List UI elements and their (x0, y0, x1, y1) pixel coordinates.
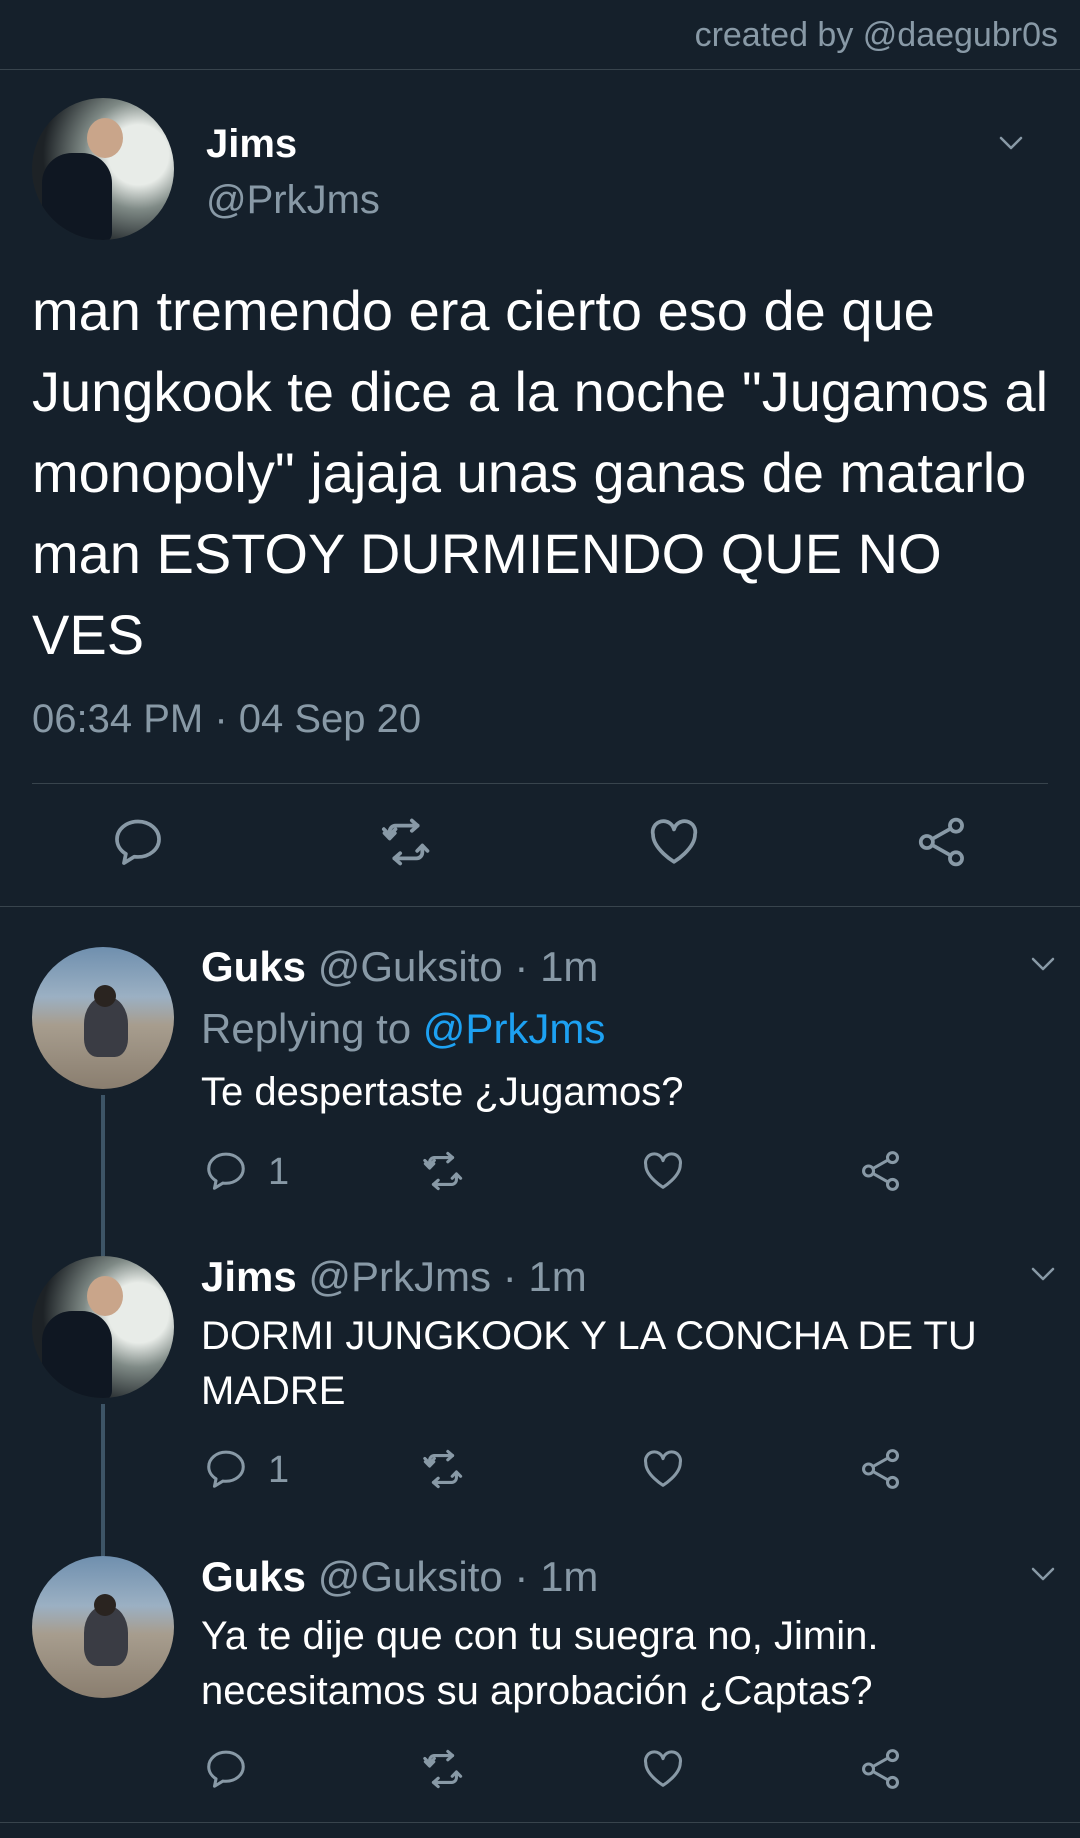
author-meta: @Guksito · 1m (317, 1553, 599, 1600)
avatar[interactable] (32, 947, 174, 1089)
thread-line (101, 1523, 105, 1556)
retweet-icon[interactable] (420, 1148, 466, 1194)
thread-line (101, 1404, 105, 1523)
author-meta: @Guksito · 1m (317, 943, 599, 990)
avatar[interactable] (32, 1556, 174, 1698)
tweet-text: man tremendo era cierto eso de que Jungk… (32, 279, 1049, 666)
reply-tweet[interactable]: Guks @Guksito · 1m Replying to @PrkJms T… (0, 913, 1080, 1223)
author-handle[interactable]: @PrkJms (206, 178, 380, 223)
credit-text: created by @daegubr0s (694, 16, 1058, 54)
reply-header: Jims @PrkJms · 1m (201, 1253, 587, 1301)
reply-tweet[interactable]: Jims @PrkJms · 1m DORMI JUNGKOOK Y LA CO… (0, 1223, 1080, 1523)
reply-text: DORMI JUNGKOOK Y LA CONCHA DE TU MADRE (201, 1314, 977, 1413)
retweet-icon[interactable] (420, 1746, 466, 1792)
reply-header: Guks @Guksito · 1m (201, 1553, 598, 1601)
retweet-icon[interactable] (420, 1446, 466, 1492)
like-icon[interactable] (640, 1446, 686, 1492)
author-name[interactable]: Jims (206, 122, 297, 167)
tweet-timestamp: 06:34 PM · 04 Sep 20 (32, 697, 422, 741)
like-icon[interactable] (640, 1148, 686, 1194)
author-name[interactable]: Guks (201, 943, 306, 990)
chevron-down-icon[interactable] (1028, 1259, 1058, 1289)
reply-icon[interactable] (203, 1148, 249, 1194)
reply-header: Guks @Guksito · 1m (201, 943, 598, 991)
reply-count: 1 (268, 1449, 290, 1491)
author-meta: @PrkJms · 1m (308, 1253, 587, 1300)
reply-count: 1 (268, 1151, 290, 1193)
chevron-down-icon[interactable] (1028, 949, 1058, 979)
share-icon[interactable] (914, 814, 970, 870)
tweet-actions (32, 784, 1048, 906)
credit-bar: created by @daegubr0s (0, 0, 1080, 70)
share-icon[interactable] (858, 1148, 904, 1194)
avatar[interactable] (32, 1256, 174, 1398)
reply-icon[interactable] (203, 1446, 249, 1492)
thread-line (101, 1223, 105, 1256)
reply-text: Te despertaste ¿Jugamos? (201, 1070, 684, 1114)
main-tweet-header: Jims @PrkJms (32, 70, 1048, 270)
chevron-down-icon[interactable] (996, 128, 1026, 158)
author-name[interactable]: Guks (201, 1553, 306, 1600)
reply-tweet[interactable]: Guks @Guksito · 1m Ya te dije que con tu… (0, 1523, 1080, 1823)
replying-prefix: Replying to (201, 1005, 412, 1052)
divider (0, 1822, 1080, 1823)
like-icon[interactable] (646, 814, 702, 870)
reply-icon[interactable] (203, 1746, 249, 1792)
retweet-icon[interactable] (378, 814, 434, 870)
share-icon[interactable] (858, 1446, 904, 1492)
avatar[interactable] (32, 98, 174, 240)
thread-line (101, 1095, 105, 1223)
divider (0, 906, 1080, 907)
share-icon[interactable] (858, 1746, 904, 1792)
mention-link[interactable]: @PrkJms (423, 1005, 606, 1052)
replying-to: Replying to @PrkJms (201, 1005, 605, 1053)
main-tweet: Jims @PrkJms man tremendo era cierto eso… (0, 70, 1080, 906)
author-name[interactable]: Jims (201, 1253, 297, 1300)
reply-text: Ya te dije que con tu suegra no, Jimin. … (201, 1614, 879, 1713)
reply-icon[interactable] (110, 814, 166, 870)
chevron-down-icon[interactable] (1028, 1559, 1058, 1589)
like-icon[interactable] (640, 1746, 686, 1792)
